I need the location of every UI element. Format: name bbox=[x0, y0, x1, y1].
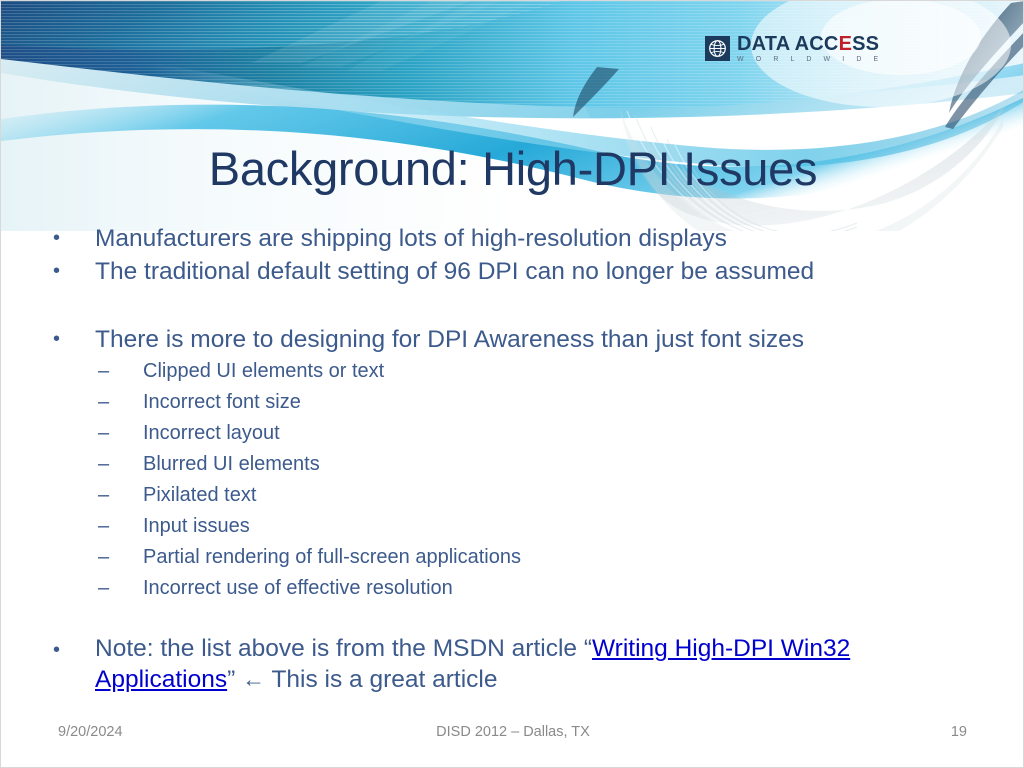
note-tail-text: This is a great article bbox=[265, 666, 498, 693]
sub-bullet-text: Blurred UI elements bbox=[143, 453, 320, 475]
sub-bullet-text: Pixilated text bbox=[143, 484, 257, 506]
note-after-link-text: ” bbox=[227, 666, 243, 693]
bullet-item: • There is more to designing for DPI Awa… bbox=[53, 323, 983, 356]
sub-bullet-text: Clipped UI elements or text bbox=[143, 360, 385, 382]
globe-icon bbox=[705, 35, 730, 61]
sub-bullet-item: – Incorrect font size bbox=[53, 387, 983, 418]
bullet-text: The traditional default setting of 96 DP… bbox=[95, 258, 815, 285]
sub-bullet-marker: – bbox=[98, 391, 110, 413]
logo-company-name: DATA ACCESS bbox=[737, 34, 883, 54]
bullet-text: Manufacturers are shipping lots of high-… bbox=[95, 225, 727, 252]
sub-bullet-marker: – bbox=[98, 360, 110, 382]
left-arrow-icon: ← bbox=[242, 666, 266, 692]
sub-bullet-text: Incorrect use of effective resolution bbox=[143, 577, 453, 599]
sub-bullet-item: – Incorrect use of effective resolution bbox=[53, 573, 983, 604]
sub-bullet-text: Incorrect layout bbox=[143, 422, 280, 444]
sub-bullet-marker: – bbox=[98, 515, 110, 537]
logo-name-accent: E bbox=[838, 32, 853, 55]
data-access-worldwide-logo: DATA ACCESS W O R L D W I D E bbox=[705, 32, 887, 64]
bullet-item: • The traditional default setting of 96 … bbox=[53, 255, 983, 288]
footer-event-label: DISD 2012 – Dallas, TX bbox=[436, 724, 590, 740]
bullet-marker: • bbox=[53, 227, 61, 249]
slide-body: • Manufacturers are shipping lots of hig… bbox=[53, 222, 983, 695]
note-text: Note: the list above is from the MSDN ar… bbox=[95, 634, 983, 695]
sub-bullet-item: – Incorrect layout bbox=[53, 418, 983, 449]
logo-name-part1: DATA ACC bbox=[737, 32, 839, 55]
sub-bullet-item: – Partial rendering of full-screen appli… bbox=[53, 542, 983, 573]
slide: DATA ACCESS W O R L D W I D E Background… bbox=[0, 0, 1024, 768]
bullet-item: • Manufacturers are shipping lots of hig… bbox=[53, 222, 983, 255]
slide-title: Background: High-DPI Issues bbox=[208, 142, 818, 195]
sub-bullet-text: Partial rendering of full-screen applica… bbox=[143, 546, 521, 568]
note-lead-text: Note: the list above is from the MSDN ar… bbox=[95, 635, 592, 662]
sub-bullet-marker: – bbox=[98, 453, 110, 475]
slide-footer: 9/20/2024 DISD 2012 – Dallas, TX 19 bbox=[1, 719, 1023, 749]
logo-name-part2: SS bbox=[852, 32, 880, 55]
logo-wordmark: DATA ACCESS W O R L D W I D E bbox=[737, 34, 883, 63]
sub-bullet-item: – Pixilated text bbox=[53, 480, 983, 511]
bullet-text: There is more to designing for DPI Aware… bbox=[95, 326, 805, 353]
sub-bullet-item: – Input issues bbox=[53, 511, 983, 542]
logo-tagline: W O R L D W I D E bbox=[737, 55, 884, 63]
sub-bullet-marker: – bbox=[98, 484, 110, 506]
sub-bullet-text: Incorrect font size bbox=[143, 391, 301, 413]
sub-bullet-marker: – bbox=[98, 422, 110, 444]
sub-bullet-text: Input issues bbox=[143, 515, 250, 537]
sub-bullet-item: – Clipped UI elements or text bbox=[53, 356, 983, 387]
bullet-marker: • bbox=[53, 639, 61, 661]
sub-bullet-marker: – bbox=[98, 546, 110, 568]
sub-bullet-marker: – bbox=[98, 577, 110, 599]
slide-number: 19 bbox=[950, 724, 967, 740]
bullet-marker: • bbox=[53, 260, 61, 282]
bullet-marker: • bbox=[53, 328, 61, 350]
note-bullet-item: • Note: the list above is from the MSDN … bbox=[53, 634, 983, 695]
sub-bullet-item: – Blurred UI elements bbox=[53, 449, 983, 480]
